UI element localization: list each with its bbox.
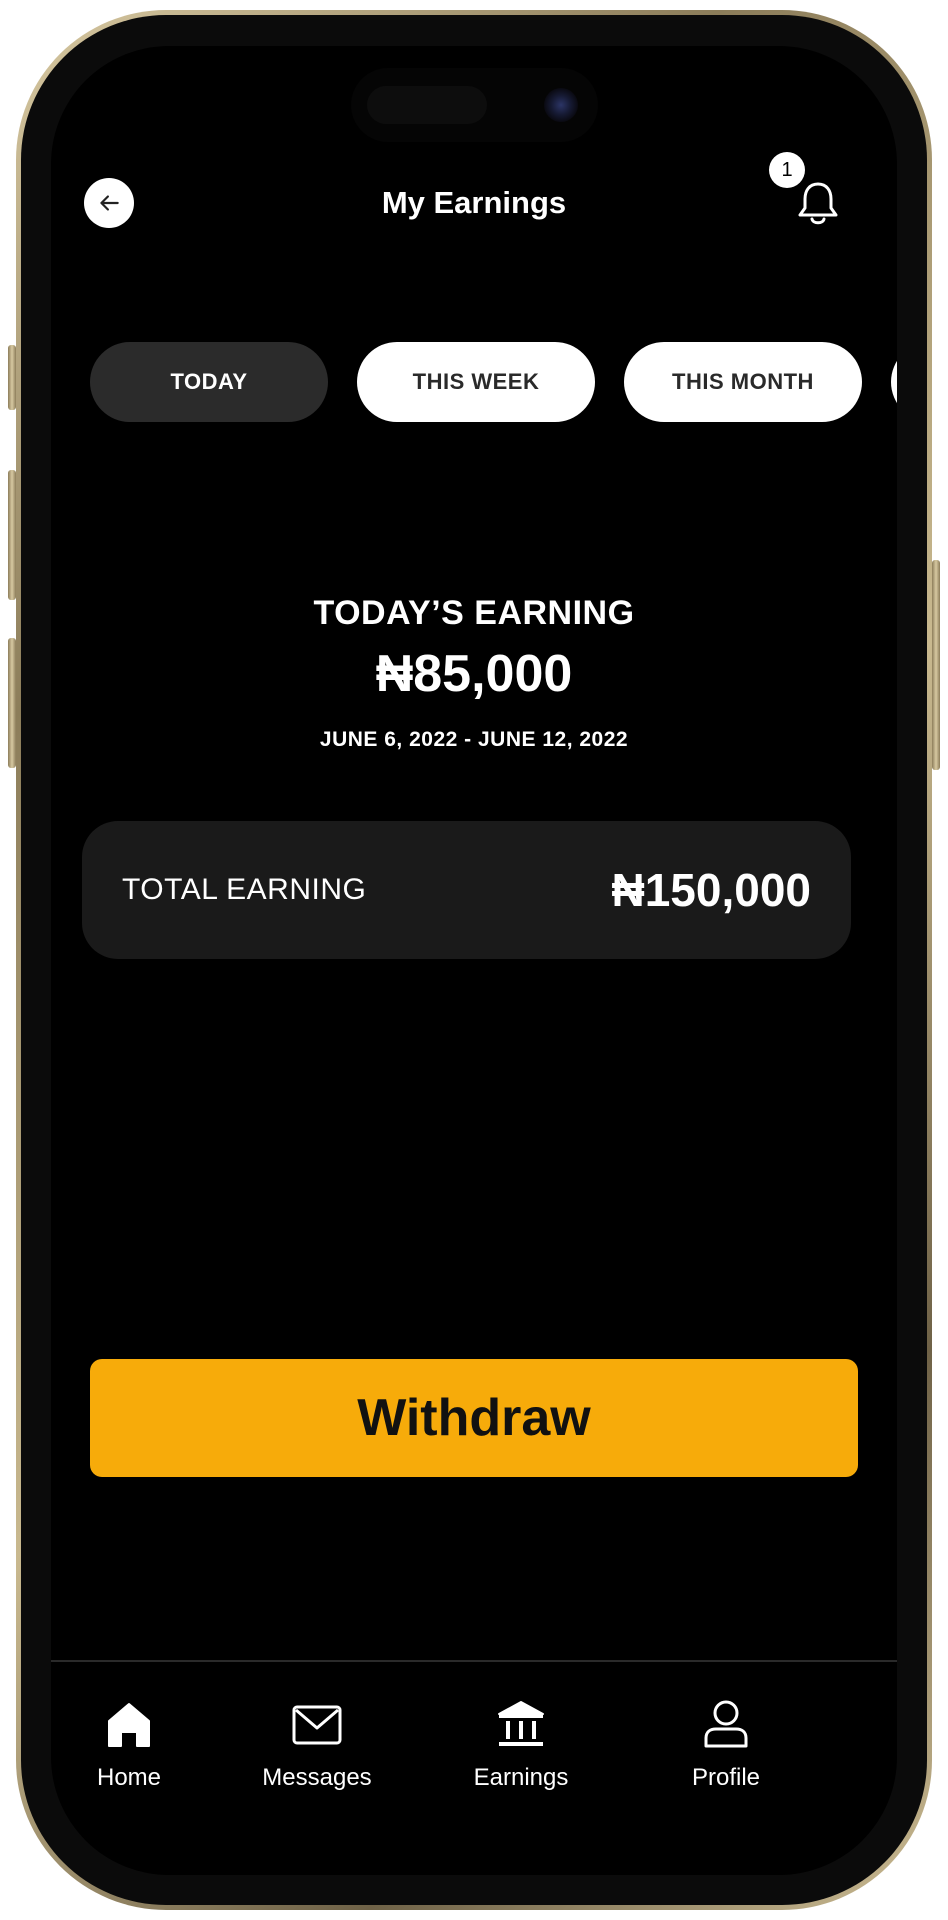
side-button-action xyxy=(8,345,16,410)
earning-date-range: JUNE 6, 2022 - JUNE 12, 2022 xyxy=(319,728,629,751)
side-button-volume-up xyxy=(8,470,16,600)
dynamic-island xyxy=(351,68,598,142)
nav-label-messages: Messages xyxy=(262,1764,372,1791)
bank-icon xyxy=(498,1701,544,1746)
earning-period-label: TODAY’S EARNING xyxy=(313,594,635,632)
nav-item-earnings[interactable]: Earnings xyxy=(441,1696,601,1806)
home-icon xyxy=(108,1703,150,1747)
tab-label: THIS WEEK xyxy=(412,369,540,394)
total-earning-card: TOTAL EARNING ₦150,000 xyxy=(82,821,851,959)
nav-item-messages[interactable]: Messages xyxy=(237,1696,397,1806)
page-title: My Earnings xyxy=(381,185,567,220)
tab-label: THIS MONTH xyxy=(672,369,814,394)
withdraw-button[interactable]: Withdraw xyxy=(90,1359,858,1477)
tab-overflow[interactable] xyxy=(891,342,897,422)
tab-this-week[interactable]: THIS WEEK xyxy=(357,342,595,422)
tab-label: TODAY xyxy=(170,369,248,394)
nav-item-home[interactable]: Home xyxy=(51,1696,209,1806)
tab-today[interactable]: TODAY xyxy=(90,342,328,422)
total-earning-label: TOTAL EARNING xyxy=(122,873,367,906)
tab-this-month[interactable]: THIS MONTH xyxy=(624,342,862,422)
notification-count-badge: 1 xyxy=(769,152,805,188)
side-button-volume-down xyxy=(8,638,16,768)
earning-amount: ₦85,000 xyxy=(375,645,573,703)
nav-label-home: Home xyxy=(96,1764,162,1791)
side-button-power xyxy=(932,560,940,770)
total-earning-value: ₦150,000 xyxy=(611,864,812,916)
envelope-icon xyxy=(292,1705,342,1745)
bottom-nav-divider xyxy=(51,1660,897,1662)
nav-label-profile: Profile xyxy=(691,1764,761,1791)
nav-item-profile[interactable]: Profile xyxy=(646,1696,806,1806)
nav-label-earnings: Earnings xyxy=(473,1764,569,1791)
sensor-housing xyxy=(367,86,487,124)
app-screen: My Earnings 1 TODAY THIS WEEK THIS MONTH… xyxy=(51,46,897,1875)
user-icon xyxy=(704,1700,748,1748)
front-camera xyxy=(544,88,578,122)
